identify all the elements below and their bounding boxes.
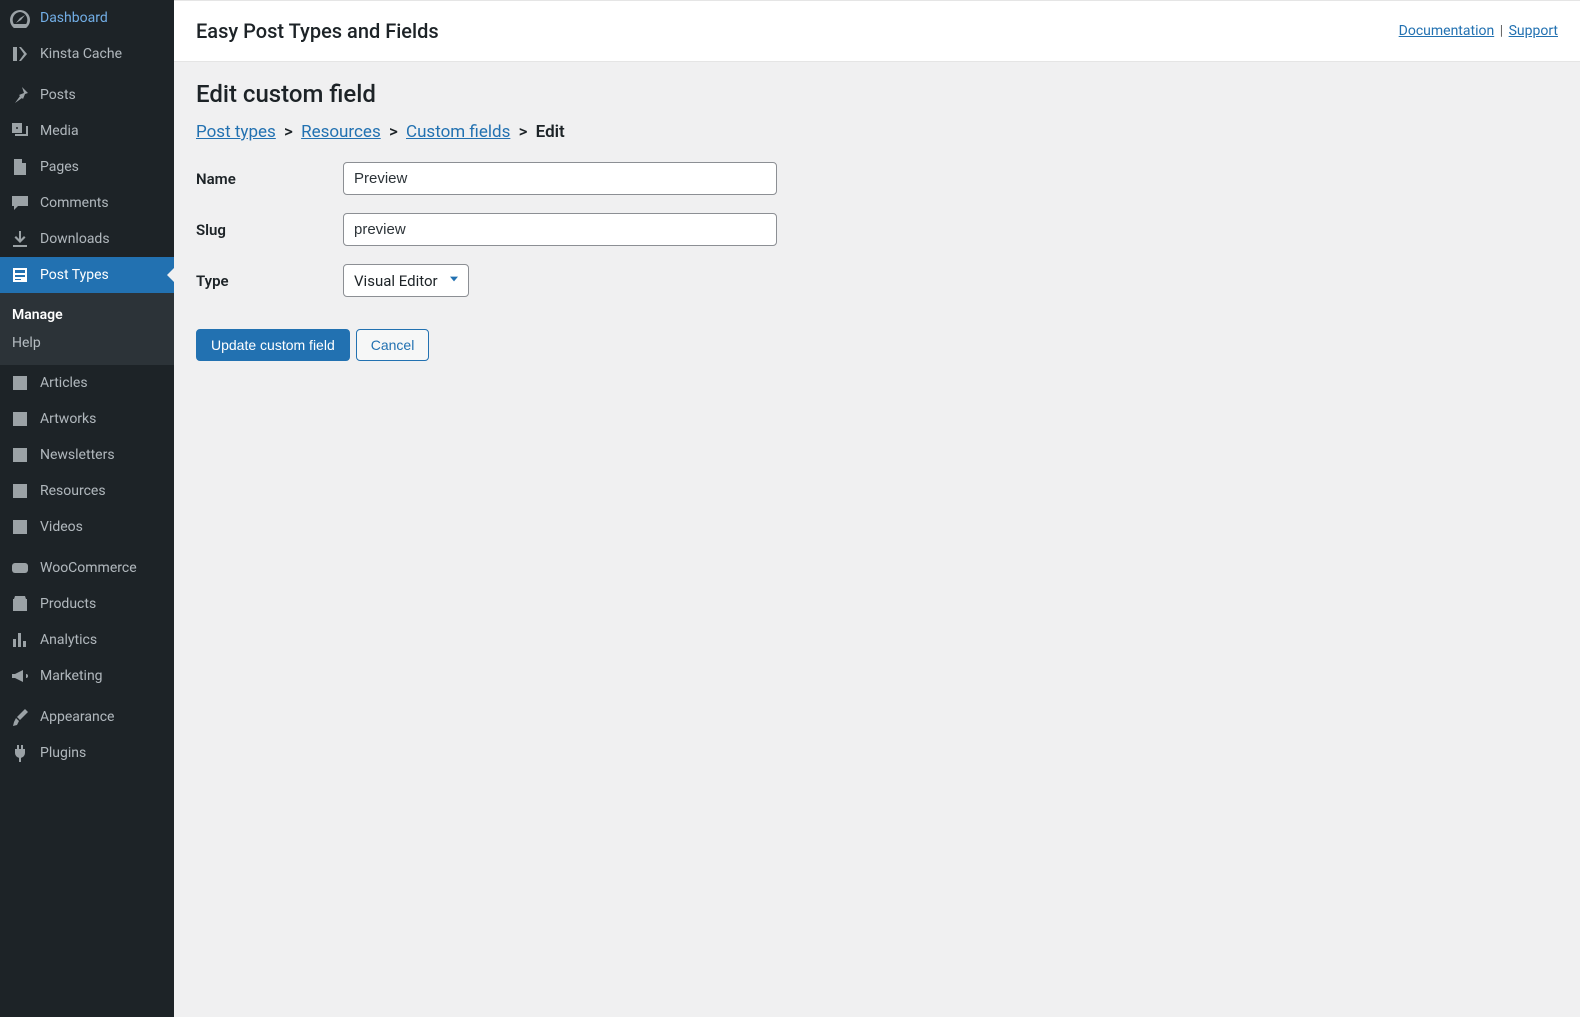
media-icon [10,121,30,141]
content-area: Edit custom field Post types > Resources… [174,62,1580,379]
cancel-button[interactable]: Cancel [356,329,430,361]
sidebar-item-label: Media [40,123,79,139]
breadcrumb-separator: > [519,122,528,142]
type-select-value: Visual Editor [354,272,438,290]
sidebar-item-label: Analytics [40,632,97,648]
sidebar-item-label: Appearance [40,709,114,725]
sidebar-item-label: Plugins [40,745,86,761]
sidebar-item-products[interactable]: Products [0,586,174,622]
admin-sidebar: Dashboard Kinsta Cache Posts Media Pages… [0,0,174,1017]
type-select[interactable]: Visual Editor [343,264,469,297]
sidebar-item-label: Pages [40,159,79,175]
list-icon [10,445,30,465]
sidebar-item-plugins[interactable]: Plugins [0,735,174,771]
list-icon [10,517,30,537]
plugin-title: Easy Post Types and Fields [196,19,439,43]
submenu-item-manage[interactable]: Manage [0,301,174,329]
chevron-down-icon [446,271,462,291]
sidebar-item-downloads[interactable]: Downloads [0,221,174,257]
page-icon [10,157,30,177]
sidebar-item-label: Products [40,596,96,612]
separator: | [1500,23,1503,39]
name-input[interactable] [343,162,777,195]
page-title: Edit custom field [196,80,1558,108]
plug-icon [10,743,30,763]
breadcrumb-current: Edit [536,122,565,142]
header-links: Documentation | Support [1399,23,1558,39]
pin-icon [10,85,30,105]
sidebar-item-posts[interactable]: Posts [0,77,174,113]
sidebar-item-label: Articles [40,375,88,391]
breadcrumb-post-types[interactable]: Post types [196,122,276,142]
sidebar-item-post-types[interactable]: Post Types [0,257,174,293]
sidebar-item-label: Downloads [40,231,110,247]
breadcrumb-separator: > [389,122,398,142]
breadcrumb-separator: > [284,122,293,142]
sidebar-item-label: Comments [40,195,109,211]
submenu-item-help[interactable]: Help [0,329,174,357]
support-link[interactable]: Support [1509,23,1558,39]
main-content: Easy Post Types and Fields Documentation… [174,0,1580,1017]
kinsta-icon [10,44,30,64]
header-bar: Easy Post Types and Fields Documentation… [174,0,1580,62]
sidebar-item-label: Artworks [40,411,96,427]
sidebar-item-appearance[interactable]: Appearance [0,699,174,735]
sidebar-item-pages[interactable]: Pages [0,149,174,185]
sidebar-item-label: WooCommerce [40,560,137,576]
sidebar-submenu: Manage Help [0,293,174,365]
sidebar-item-analytics[interactable]: Analytics [0,622,174,658]
sidebar-item-newsletters[interactable]: Newsletters [0,437,174,473]
sidebar-item-artworks[interactable]: Artworks [0,401,174,437]
brush-icon [10,707,30,727]
slug-input[interactable] [343,213,777,246]
sidebar-item-marketing[interactable]: Marketing [0,658,174,694]
type-label: Type [196,272,343,290]
slug-label: Slug [196,221,343,239]
sidebar-item-woocommerce[interactable]: WooCommerce [0,550,174,586]
sidebar-item-articles[interactable]: Articles [0,365,174,401]
product-icon [10,594,30,614]
breadcrumb-resources[interactable]: Resources [301,122,381,142]
sidebar-item-label: Videos [40,519,83,535]
download-icon [10,229,30,249]
sidebar-item-label: Dashboard [40,10,108,26]
sidebar-item-label: Post Types [40,267,109,283]
form-actions: Update custom field Cancel [196,329,1558,361]
sidebar-item-label: Kinsta Cache [40,46,122,62]
list-icon [10,481,30,501]
name-label: Name [196,170,343,188]
sidebar-item-resources[interactable]: Resources [0,473,174,509]
update-button[interactable]: Update custom field [196,329,350,361]
sidebar-item-label: Resources [40,483,106,499]
megaphone-icon [10,666,30,686]
sidebar-item-label: Marketing [40,668,103,684]
sidebar-item-videos[interactable]: Videos [0,509,174,545]
post-types-icon [10,265,30,285]
documentation-link[interactable]: Documentation [1399,23,1495,39]
sidebar-item-kinsta-cache[interactable]: Kinsta Cache [0,36,174,72]
comment-icon [10,193,30,213]
sidebar-item-dashboard[interactable]: Dashboard [0,0,174,36]
form: Name Slug Type Visual Editor [196,162,1558,297]
list-icon [10,409,30,429]
list-icon [10,373,30,393]
sidebar-item-comments[interactable]: Comments [0,185,174,221]
breadcrumb: Post types > Resources > Custom fields >… [196,122,1558,142]
breadcrumb-custom-fields[interactable]: Custom fields [406,122,510,142]
dashboard-icon [10,8,30,28]
woo-icon [10,558,30,578]
chart-icon [10,630,30,650]
sidebar-item-label: Posts [40,87,76,103]
sidebar-item-label: Newsletters [40,447,115,463]
sidebar-item-media[interactable]: Media [0,113,174,149]
